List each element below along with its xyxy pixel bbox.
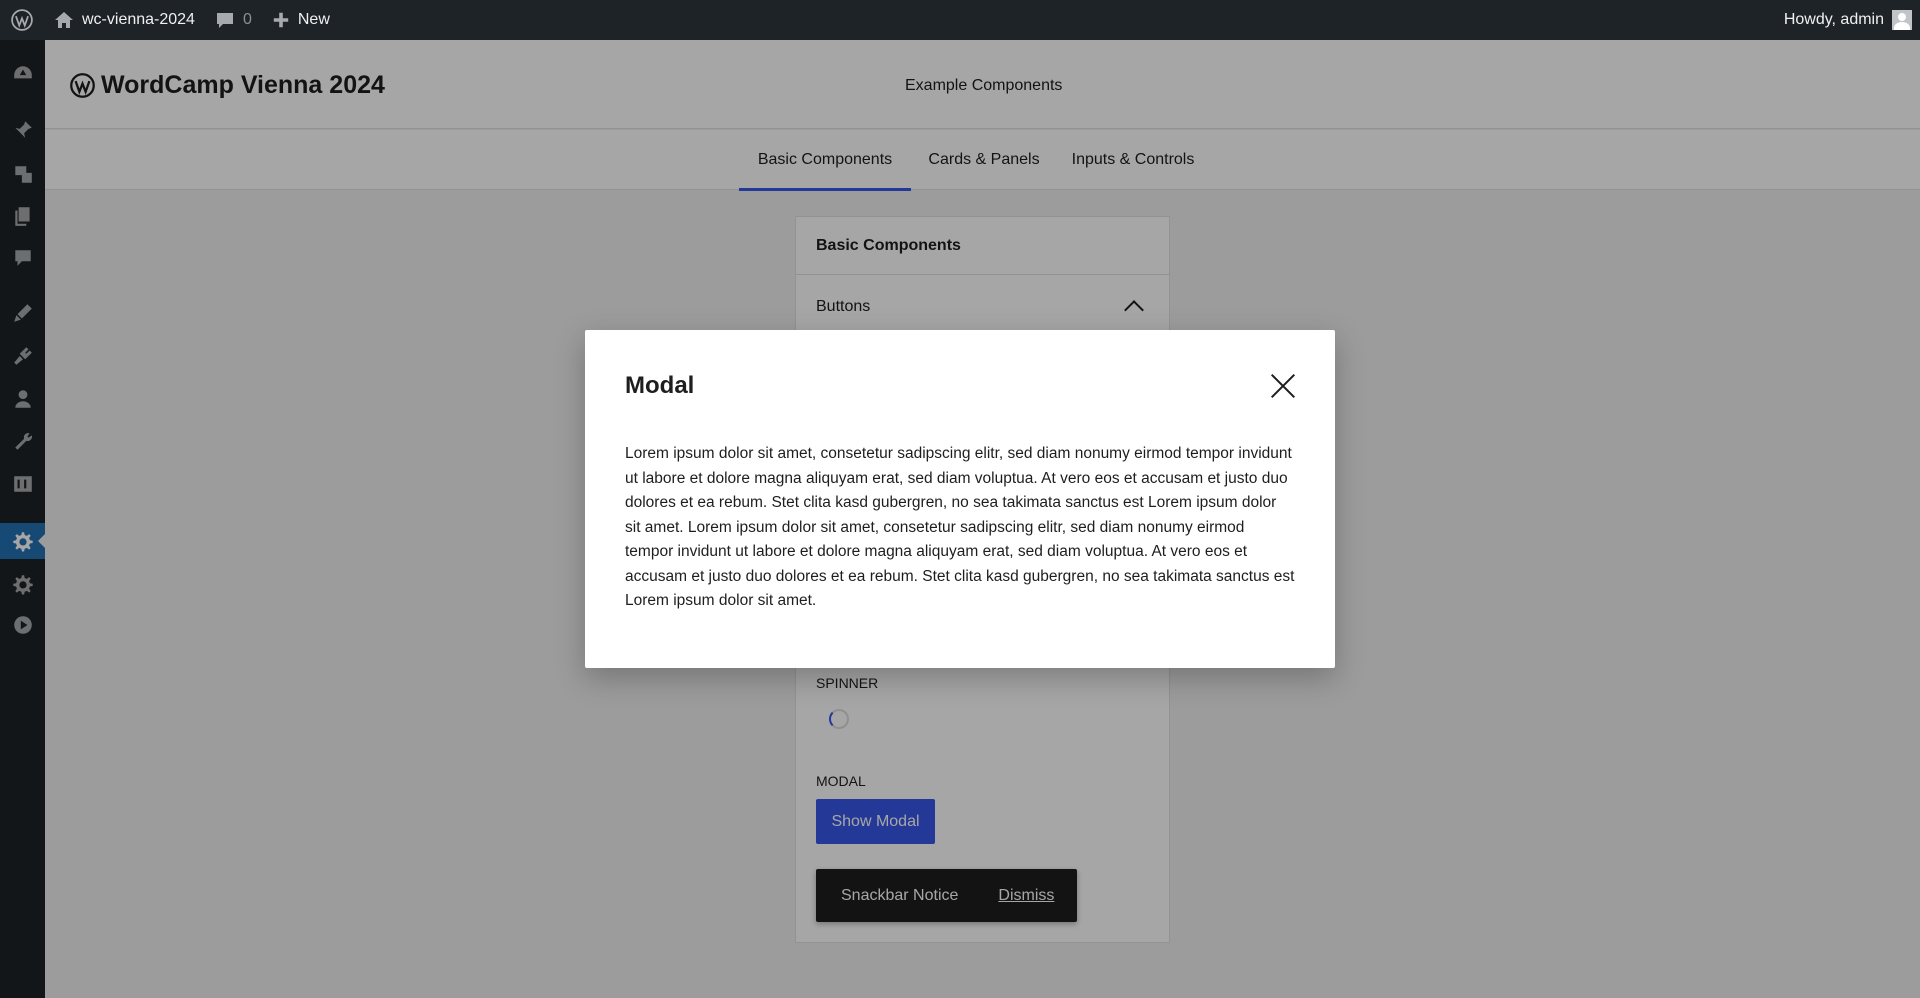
comments-link[interactable]: 0 [205, 0, 262, 40]
comments-count: 0 [242, 11, 252, 28]
account-menu[interactable]: Howdy, admin [1774, 0, 1920, 40]
comment-icon [216, 13, 233, 28]
admin-bar: wc-vienna-2024 0 New Howdy, admin [0, 0, 1920, 40]
new-label: New [297, 11, 330, 28]
new-content-link[interactable]: New [262, 0, 340, 40]
avatar [1892, 10, 1912, 30]
site-name: wc-vienna-2024 [82, 11, 195, 28]
modal-dialog: Modal Lorem ipsum dolor sit amet, conset… [585, 330, 1335, 668]
home-icon [55, 12, 73, 28]
plus-icon [273, 12, 289, 28]
greeting: Howdy, admin [1783, 11, 1884, 28]
close-icon[interactable] [1270, 373, 1296, 399]
modal-title: Modal [625, 372, 695, 399]
modal-body-text: Lorem ipsum dolor sit amet, consetetur s… [625, 445, 1295, 609]
wordpress-logo-icon[interactable] [0, 0, 44, 40]
site-name-link[interactable]: wc-vienna-2024 [44, 0, 205, 40]
